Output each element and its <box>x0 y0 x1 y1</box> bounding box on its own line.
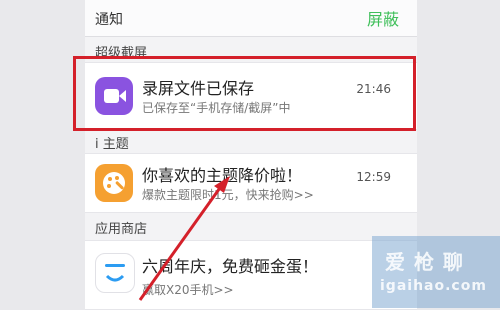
watermark-url: igaihao.com <box>380 278 487 294</box>
watermark-logo-text: 爱 枪 聊 <box>385 250 464 274</box>
